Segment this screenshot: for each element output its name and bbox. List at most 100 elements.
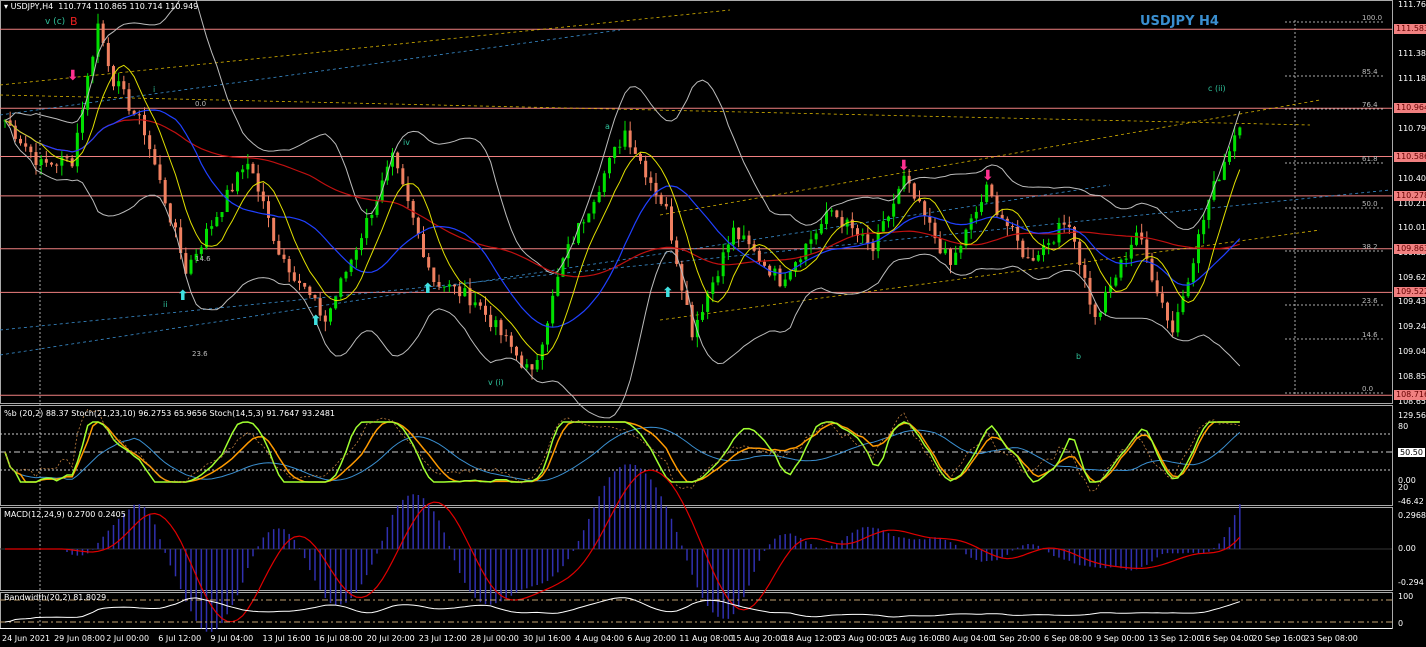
wave-label-B: B xyxy=(70,15,78,28)
candle-body xyxy=(127,89,131,111)
arrow-down-icon: ⬇ xyxy=(898,158,910,174)
fib-label: 50.0 xyxy=(1362,200,1378,208)
candle-body xyxy=(282,254,286,260)
time-label: 23 Aug 00:00 xyxy=(835,634,890,643)
candle-body xyxy=(499,320,503,336)
candle-body xyxy=(504,335,508,337)
price-level-tag: 110.586 xyxy=(1394,151,1426,162)
candle-body xyxy=(912,183,916,199)
candle-body xyxy=(1119,259,1123,278)
candle-body xyxy=(1078,241,1082,265)
candle-body xyxy=(1057,222,1061,243)
time-label: 6 Aug 20:00 xyxy=(627,634,677,643)
candle-body xyxy=(757,250,761,262)
candle-body xyxy=(613,146,617,158)
arrow-down-icon: ⬇ xyxy=(982,168,994,184)
symbol-label: USDJPY,H4 xyxy=(10,2,54,11)
candle-body xyxy=(158,164,162,181)
wave-label-top: v (c) xyxy=(45,17,66,27)
candle-body xyxy=(334,296,338,309)
candle-body xyxy=(437,281,441,287)
candle-body xyxy=(1047,243,1051,245)
candle-body xyxy=(370,214,374,218)
candle-body xyxy=(814,233,818,240)
candle-body xyxy=(329,308,332,322)
candle-body xyxy=(1222,161,1226,180)
time-label: 9 Sep 00:00 xyxy=(1096,634,1145,643)
candle-body xyxy=(1155,280,1159,294)
fib-label: 76.4 xyxy=(1362,101,1378,109)
candle-body xyxy=(649,177,653,183)
candle-body xyxy=(778,268,782,287)
candle-body xyxy=(556,276,560,296)
candle-body xyxy=(489,314,493,328)
candle-body xyxy=(535,360,539,370)
candle-body xyxy=(65,157,69,159)
candle-body xyxy=(199,247,203,254)
time-label: 16 Sep 04:00 xyxy=(1200,634,1254,643)
candle-body xyxy=(809,239,813,244)
chart-canvas[interactable]: ⬇ ⬆ ⬆ ⬆ ⬆ ⬇ ⬇ xyxy=(0,0,1426,647)
candle-body xyxy=(44,159,48,163)
price-level-tag: 109.863 xyxy=(1394,243,1426,254)
candle-body xyxy=(251,163,255,174)
bandb-line xyxy=(4,426,1241,482)
candle-body xyxy=(447,284,451,287)
candle-body xyxy=(726,244,730,253)
candle-body xyxy=(835,210,839,218)
candle-body xyxy=(24,143,28,147)
macd-tick: -0.294 xyxy=(1398,578,1424,587)
price-level-tag: 110.964 xyxy=(1394,103,1426,114)
candle-body xyxy=(1062,222,1066,225)
ma-fast xyxy=(4,64,1241,357)
price-level-tag: 111.583 xyxy=(1394,24,1426,35)
candle-body xyxy=(1036,255,1040,261)
candle-body xyxy=(220,212,224,218)
candle-body xyxy=(592,201,596,214)
candle-body xyxy=(1217,179,1221,182)
candle-body xyxy=(582,222,586,224)
candle-body xyxy=(468,288,472,306)
candle-body xyxy=(287,259,291,273)
pane-frame xyxy=(0,405,1393,506)
stoch-tick: 129.56 xyxy=(1398,411,1426,420)
price-tick: 110.405 xyxy=(1398,173,1426,183)
candle-body xyxy=(267,201,270,218)
time-label: 9 Jul 04:00 xyxy=(210,634,254,643)
candle-body xyxy=(277,240,281,255)
candle-body xyxy=(463,288,467,297)
candle-body xyxy=(985,184,989,203)
bandwidth-tick: 100 xyxy=(1398,592,1414,601)
candle-body xyxy=(406,184,410,202)
candle-body xyxy=(365,217,369,239)
candle-body xyxy=(225,189,229,213)
ma-slow xyxy=(4,119,1240,278)
candle-body xyxy=(964,229,968,246)
candle-body xyxy=(1191,263,1195,283)
time-label: 30 Jul 16:00 xyxy=(523,634,571,643)
candle-body xyxy=(1238,127,1242,136)
candle-body xyxy=(850,219,854,229)
stoch-tick: 80 xyxy=(1398,422,1409,431)
candle-body xyxy=(1202,219,1206,235)
price-level-tag: 109.522 xyxy=(1394,287,1426,298)
candle-body xyxy=(210,226,214,229)
fib-label: 0.0 xyxy=(1362,385,1374,393)
bollinger-upper xyxy=(4,0,1241,275)
candle-body xyxy=(737,227,741,240)
time-label: 15 Aug 20:00 xyxy=(731,634,786,643)
candle-body xyxy=(39,159,43,166)
candle-body xyxy=(1145,239,1149,259)
candle-body xyxy=(1124,258,1128,260)
candle-body xyxy=(34,152,38,166)
candle-body xyxy=(230,189,234,192)
candle-body xyxy=(396,152,400,169)
candle-body xyxy=(292,272,296,281)
price-tick: 111.380 xyxy=(1398,49,1426,59)
wave-label-c-ii: c (ii) xyxy=(1208,84,1226,93)
arrow-up-icon: ⬆ xyxy=(310,313,322,329)
candle-body xyxy=(701,311,704,320)
time-label: 29 Jun 08:00 xyxy=(54,634,105,643)
candle-body xyxy=(887,216,890,222)
candle-body xyxy=(246,163,250,170)
